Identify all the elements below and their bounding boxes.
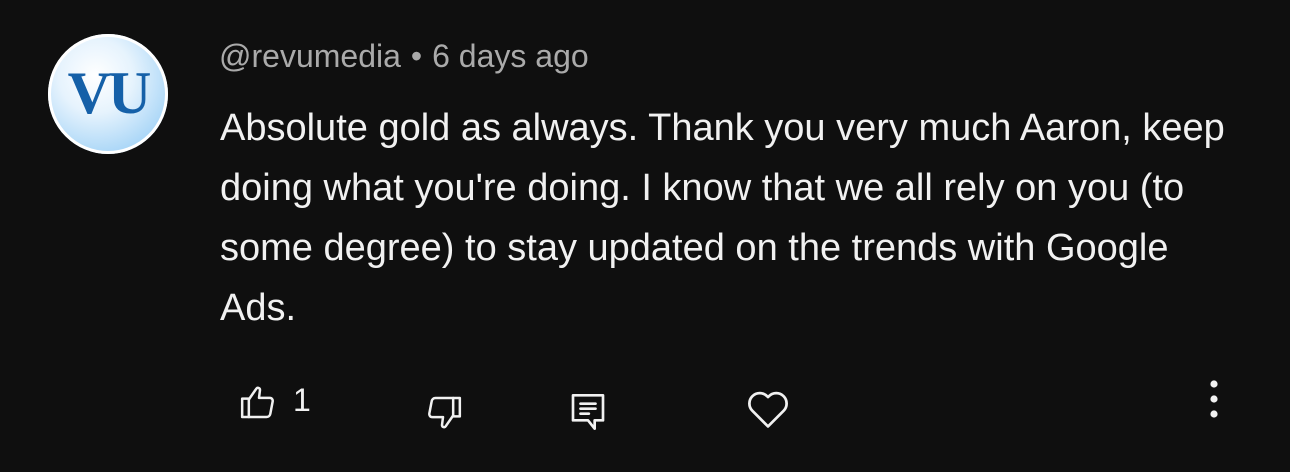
like-count: 1 bbox=[293, 382, 311, 418]
thumbs-down-icon bbox=[424, 393, 464, 433]
meta-separator: • bbox=[410, 38, 423, 74]
thumbs-up-icon bbox=[238, 382, 278, 422]
author-handle[interactable]: @revumedia bbox=[219, 38, 401, 74]
more-options-button[interactable] bbox=[1198, 376, 1230, 422]
heart-button[interactable] bbox=[744, 386, 792, 432]
comment-item: VU @revumedia • 6 days ago Absolute gold a… bbox=[0, 0, 1290, 472]
reply-comment-icon bbox=[568, 390, 608, 434]
avatar[interactable]: VU bbox=[48, 34, 168, 154]
like-button[interactable] bbox=[236, 380, 280, 424]
comment-timestamp[interactable]: 6 days ago bbox=[432, 38, 589, 74]
comment-text: Absolute gold as always. Thank you very … bbox=[220, 107, 1225, 329]
comment-header: @revumedia • 6 days ago bbox=[219, 36, 589, 76]
dislike-button[interactable] bbox=[420, 390, 468, 436]
more-vertical-icon bbox=[1209, 379, 1219, 419]
heart-icon bbox=[746, 388, 790, 430]
reply-button[interactable] bbox=[566, 388, 610, 436]
avatar-initials: VU bbox=[67, 60, 152, 126]
